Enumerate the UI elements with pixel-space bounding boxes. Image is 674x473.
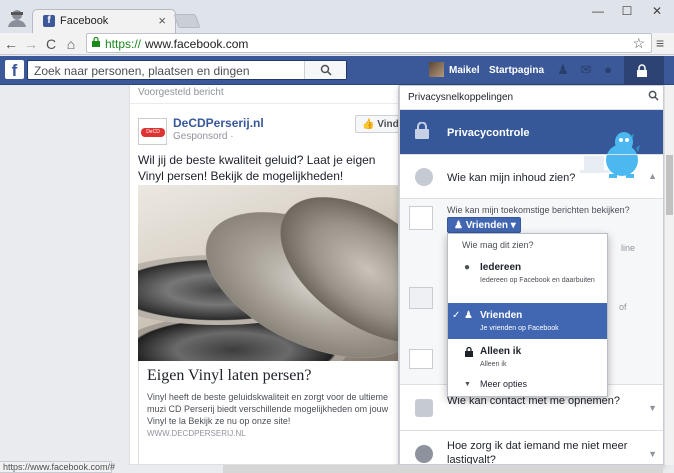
chevron-up-icon: ▲ (648, 171, 657, 181)
hidden-text-fragment: of (619, 302, 627, 312)
more-options-link[interactable]: ▼ Meer opties (448, 379, 607, 393)
messages-icon[interactable]: ✉ (578, 63, 594, 77)
post-text: Wil jij de beste kwaliteit geluid? Laat … (138, 153, 376, 183)
activity-log-icon (409, 287, 433, 309)
checkmark-icon: ✓ (452, 310, 461, 321)
globe-icon (415, 168, 433, 186)
home-link[interactable]: Startpagina (489, 65, 544, 76)
link-domain: WWW.DECDPERSERIJ.NL (147, 429, 246, 438)
globe-icon: ● (464, 262, 471, 273)
option-description: Je vrienden op Facebook (480, 325, 559, 332)
view-as-icon (409, 349, 433, 369)
maximize-button[interactable]: ☐ (617, 3, 637, 19)
friends-icon (415, 399, 433, 417)
option-label: Vrienden (480, 310, 523, 321)
audience-dropdown: Wie mag dit zien? ● Iedereen Iedereen op… (447, 233, 608, 397)
reload-button[interactable]: C (42, 35, 60, 53)
facebook-header: f Zoek naar personen, plaatsen en dingen… (0, 56, 674, 85)
chevron-down-icon: ▼ (648, 449, 657, 459)
back-button[interactable]: ← (2, 35, 20, 53)
block-icon (415, 445, 433, 463)
option-description: Iedereen op Facebook en daarbuiten (480, 277, 595, 284)
suggested-post-label: Voorgesteld bericht (138, 87, 224, 98)
privacy-lock-icon (637, 64, 647, 77)
caret-down-icon: ▼ (464, 381, 471, 388)
page-name-link[interactable]: DeCDPerserij.nl (173, 116, 264, 130)
search-input[interactable]: Zoek naar personen, plaatsen en dingen (27, 60, 347, 80)
link-description: Vinyl heeft de beste geluidskwaliteit en… (147, 392, 389, 426)
sponsored-post: Voorgesteld bericht DeCD DeCDPerserij.nl… (129, 85, 399, 465)
chevron-down-icon: ▼ (648, 403, 657, 413)
forward-button[interactable]: → (22, 35, 40, 53)
profile-link[interactable]: Maikel (449, 65, 480, 76)
secure-lock-icon (92, 37, 100, 47)
option-label: Iedereen (480, 262, 522, 273)
tab-title: Facebook (60, 15, 109, 27)
divider (130, 103, 398, 104)
who-can-see-my-stuff-row[interactable]: Wie kan mijn inhoud zien? ▲ (400, 154, 663, 198)
link-title[interactable]: Eigen Vinyl laten persen? (147, 367, 311, 385)
avatar[interactable] (429, 62, 444, 77)
browser-profile-icon[interactable] (6, 8, 28, 28)
panel-title: Privacysnelkoppelingen (408, 92, 514, 103)
thumbs-up-icon: 👍 (362, 119, 378, 130)
audience-label: Vrienden ▾ (465, 220, 516, 231)
option-label: Alleen ik (480, 346, 522, 357)
horizontal-scrollbar[interactable] (223, 465, 663, 473)
search-button[interactable] (304, 61, 346, 79)
like-page-label: Vind de (377, 119, 399, 130)
search-icon (320, 64, 332, 76)
audience-option-public[interactable]: ● Iedereen Iedereen op Facebook en daarb… (448, 262, 607, 302)
vinyl-records-image[interactable] (138, 185, 398, 361)
browser-tab-bar: f Facebook × — ☐ ✕ (0, 0, 674, 33)
browser-menu-icon[interactable]: ≡ (656, 35, 670, 53)
like-page-button[interactable]: 👍 Vind de (355, 115, 399, 133)
friends-icon: ♟ (464, 310, 473, 321)
future-posts-icon (409, 206, 433, 230)
facebook-favicon-icon: f (43, 15, 55, 27)
bookmark-star-icon[interactable]: ☆ (632, 35, 645, 52)
privacy-shortcuts-button[interactable] (624, 56, 664, 85)
panel-header: Privacysnelkoppelingen (400, 86, 663, 110)
audience-selector-button[interactable]: ♟ Vrienden ▾ (447, 217, 521, 233)
sponsored-label: Gesponsord · (173, 131, 234, 142)
more-options-label: Meer opties (480, 379, 528, 389)
url-host: www.facebook.com (145, 37, 249, 51)
search-icon[interactable] (648, 90, 659, 101)
friends-icon: ♟ (454, 220, 466, 231)
facebook-logo[interactable]: f (5, 60, 24, 79)
stop-harassment-row[interactable]: Hoe zorg ik dat iemand me niet meer last… (400, 430, 663, 465)
option-description: Alleen ik (480, 361, 507, 368)
status-bar: https://www.facebook.com/# (0, 461, 115, 473)
dropdown-header: Wie mag dit zien? (462, 240, 534, 250)
page-logo[interactable]: DeCD (138, 118, 167, 145)
row-label: Wie kan mijn inhoud zien? (447, 172, 576, 184)
address-bar[interactable]: https:// www.facebook.com ☆ (86, 33, 652, 53)
link-preview[interactable]: Eigen Vinyl laten persen? Vinyl heeft de… (138, 361, 398, 464)
hidden-text-fragment: line (621, 243, 636, 253)
browser-tab[interactable]: f Facebook × (32, 9, 176, 33)
vertical-scrollbar[interactable] (664, 85, 674, 465)
scrollbar-thumb[interactable] (666, 155, 673, 215)
url-scheme: https:// (105, 37, 142, 51)
search-placeholder: Zoek naar personen, plaatsen en dingen (34, 64, 250, 78)
audience-option-friends[interactable]: ✓ ♟ Vrienden Je vrienden op Facebook (448, 303, 607, 339)
lock-icon (465, 347, 473, 357)
privacy-checkup-title: Privacycontrole (447, 127, 530, 139)
new-tab-button[interactable] (173, 14, 201, 28)
browser-toolbar: ← → C ⌂ https:// www.facebook.com ☆ ≡ (0, 33, 674, 55)
close-window-button[interactable]: ✕ (647, 3, 667, 19)
lock-icon (415, 122, 429, 139)
row-label: Hoe zorg ik dat iemand me niet meer last… (447, 440, 628, 465)
home-button[interactable]: ⌂ (62, 35, 80, 53)
friend-requests-icon[interactable]: ♟ (555, 63, 571, 77)
notifications-globe-icon[interactable]: ● (600, 63, 616, 77)
audience-option-only-me[interactable]: Alleen ik Alleen ik (448, 346, 607, 374)
privacy-checkup-banner[interactable]: Privacycontrole (400, 110, 663, 178)
minimize-button[interactable]: — (588, 3, 608, 19)
tab-close-icon[interactable]: × (158, 13, 166, 28)
future-posts-question: Wie kan mijn toekomstige berichten bekij… (447, 205, 630, 215)
